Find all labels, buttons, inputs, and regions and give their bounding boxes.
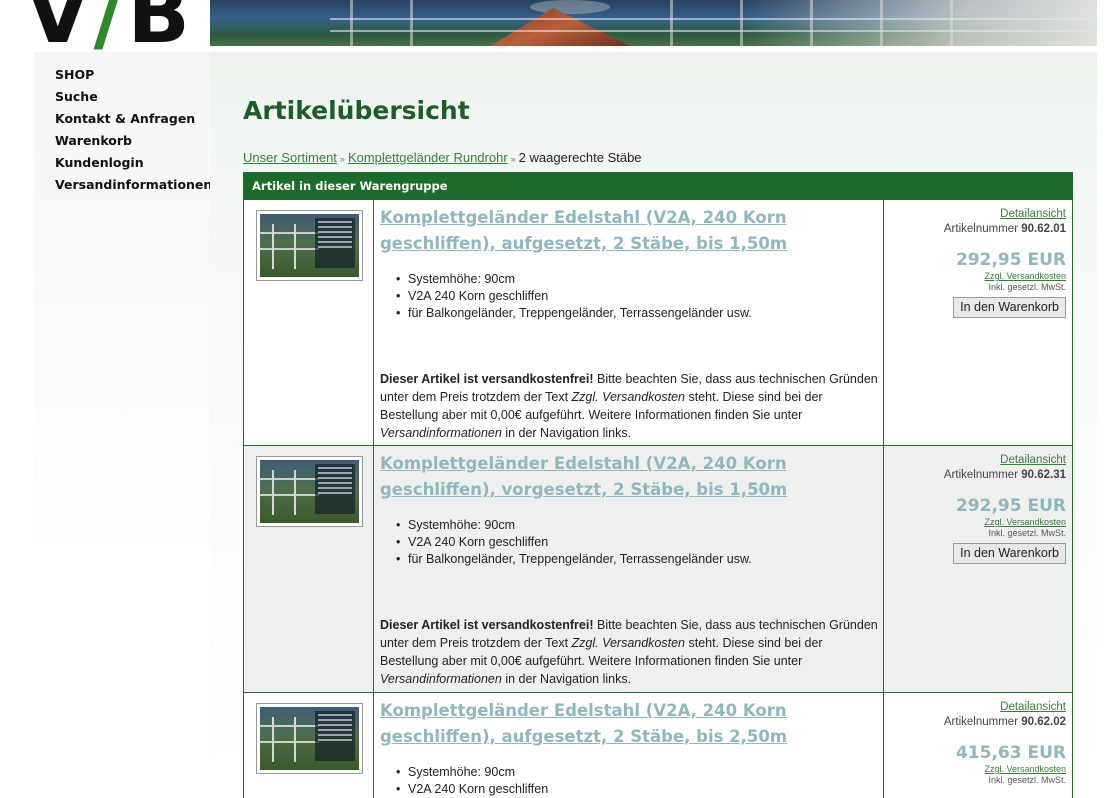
feature-list: Systemhöhe: 90cm V2A 240 Korn geschliffe…	[380, 764, 877, 798]
banner-railing-post	[740, 0, 743, 46]
product-thumbnail[interactable]	[256, 210, 363, 281]
article-number-label: Artikelnummer	[943, 469, 1019, 481]
product-description-cell: Komplettgeländer Edelstahl (V2A, 240 Kor…	[374, 693, 884, 798]
breadcrumb-link-rundrohr[interactable]: Komplettgeländer Rundrohr	[348, 150, 508, 165]
shipping-note: Dieser Artikel ist versandkostenfrei! Bi…	[380, 616, 878, 688]
product-thumbnail[interactable]	[256, 703, 363, 774]
logo[interactable]: V/B	[0, 0, 232, 52]
breadcrumb-separator-icon: »	[510, 154, 516, 164]
product-price-cell: Detailansicht Artikelnummer 90.62.02 415…	[884, 693, 1072, 798]
sidebar-item-kontakt[interactable]: Kontakt & Anfragen	[55, 108, 210, 130]
product-title-link[interactable]: Komplettgeländer Edelstahl (V2A, 240 Kor…	[380, 451, 877, 503]
banner-railing-bar	[330, 18, 1090, 20]
banner-railing-post	[950, 0, 953, 46]
shipping-note-italic: Versandinformationen	[380, 672, 502, 686]
table-row: Komplettgeländer Edelstahl (V2A, 240 Kor…	[243, 200, 1073, 446]
add-to-cart-button[interactable]: In den Warenkorb	[953, 543, 1066, 564]
article-number: Artikelnummer 90.62.01	[884, 221, 1066, 237]
price: 415,63 EUR	[955, 743, 1066, 763]
shipping-note-italic: Zzgl. Versandkosten	[571, 636, 686, 650]
price: 292,95 EUR	[955, 250, 1066, 270]
banner-railing-post	[350, 0, 353, 46]
article-number-label: Artikelnummer	[943, 716, 1019, 728]
product-description-cell: Komplettgeländer Edelstahl (V2A, 240 Kor…	[374, 200, 884, 445]
table-header: Artikel in dieser Warengruppe	[243, 172, 1073, 200]
sidebar-nav: SHOP Suche Kontakt & Anfragen Warenkorb …	[34, 52, 212, 196]
shipping-cost-link[interactable]: Zzgl. Versandkosten	[884, 764, 1066, 775]
logo-mark: V/B	[26, 0, 194, 52]
vat-note: Inkl. gesetzl. MwSt.	[988, 775, 1066, 785]
breadcrumb-current: 2 waagerechte Stäbe	[518, 150, 642, 165]
product-price-cell: Detailansicht Artikelnummer 90.62.31 292…	[884, 446, 1072, 692]
breadcrumb-separator-icon: »	[339, 154, 345, 164]
shipping-cost-link[interactable]: Zzgl. Versandkosten	[884, 271, 1066, 282]
product-thumbnail[interactable]	[256, 456, 363, 527]
detail-link[interactable]: Detailansicht	[884, 207, 1066, 221]
vat-note: Inkl. gesetzl. MwSt.	[988, 528, 1066, 538]
article-number-value: 90.62.02	[1021, 716, 1066, 728]
price: 292,95 EUR	[955, 496, 1066, 516]
feature-list: Systemhöhe: 90cm V2A 240 Korn geschliffe…	[380, 517, 877, 568]
feature-item: Systemhöhe: 90cm	[396, 764, 877, 781]
feature-list: Systemhöhe: 90cm V2A 240 Korn geschliffe…	[380, 271, 877, 322]
shipping-note-bold: Dieser Artikel ist versandkostenfrei!	[380, 372, 594, 386]
shipping-note-bold: Dieser Artikel ist versandkostenfrei!	[380, 618, 594, 632]
sidebar: SHOP Suche Kontakt & Anfragen Warenkorb …	[34, 52, 212, 798]
sidebar-item-versandinformationen[interactable]: Versandinformationen	[55, 174, 212, 196]
banner-cloud	[530, 0, 610, 14]
product-title-link[interactable]: Komplettgeländer Edelstahl (V2A, 240 Kor…	[380, 205, 877, 257]
product-image-cell	[244, 200, 374, 445]
feature-item: für Balkongeländer, Treppengeländer, Ter…	[396, 551, 877, 568]
breadcrumb-link-sortiment[interactable]: Unser Sortiment	[243, 150, 337, 165]
sidebar-item-shop[interactable]: SHOP	[55, 64, 210, 86]
sidebar-item-kundenlogin[interactable]: Kundenlogin	[55, 152, 210, 174]
article-number-label: Artikelnummer	[943, 223, 1019, 235]
feature-item: Systemhöhe: 90cm	[396, 271, 877, 288]
breadcrumb: Unser Sortiment» Komplettgeländer Rundroh…	[243, 150, 642, 165]
sidebar-item-warenkorb[interactable]: Warenkorb	[55, 130, 210, 152]
feature-item: Systemhöhe: 90cm	[396, 517, 877, 534]
product-price-cell: Detailansicht Artikelnummer 90.62.01 292…	[884, 200, 1072, 445]
product-image-cell	[244, 446, 374, 692]
product-photo	[260, 214, 359, 277]
feature-item: V2A 240 Korn geschliffen	[396, 288, 877, 305]
product-photo	[260, 460, 359, 523]
feature-item: für Balkongeländer, Treppengeländer, Ter…	[396, 305, 877, 322]
table-row: Komplettgeländer Edelstahl (V2A, 240 Kor…	[243, 446, 1073, 693]
product-photo	[260, 707, 359, 770]
detail-link[interactable]: Detailansicht	[884, 700, 1066, 714]
banner-image	[210, 0, 1097, 46]
shipping-note-text: in der Navigation links.	[501, 672, 632, 686]
vat-note: Inkl. gesetzl. MwSt.	[988, 282, 1066, 292]
article-table: Artikel in dieser Warengruppe Komplettge…	[243, 172, 1073, 798]
banner-railing-post	[880, 0, 883, 46]
banner-railing-post	[810, 0, 813, 46]
product-image-cell	[244, 693, 374, 798]
add-to-cart-button[interactable]: In den Warenkorb	[953, 297, 1066, 318]
article-number-value: 90.62.01	[1021, 223, 1066, 235]
shipping-note-italic: Zzgl. Versandkosten	[571, 390, 686, 404]
detail-link[interactable]: Detailansicht	[884, 453, 1066, 467]
banner-railing-bar	[330, 30, 1090, 32]
shipping-cost-link[interactable]: Zzgl. Versandkosten	[884, 517, 1066, 528]
shipping-note-text: in der Navigation links.	[501, 426, 632, 440]
table-row: Komplettgeländer Edelstahl (V2A, 240 Kor…	[243, 693, 1073, 798]
feature-item: V2A 240 Korn geschliffen	[396, 781, 877, 798]
banner-railing-post	[410, 0, 413, 46]
article-number: Artikelnummer 90.62.02	[884, 714, 1066, 730]
shipping-note: Dieser Artikel ist versandkostenfrei! Bi…	[380, 370, 878, 442]
banner-roof	[490, 8, 630, 46]
feature-item: V2A 240 Korn geschliffen	[396, 534, 877, 551]
article-number: Artikelnummer 90.62.31	[884, 467, 1066, 483]
shipping-note-italic: Versandinformationen	[380, 426, 502, 440]
page-title: Artikelübersicht	[243, 96, 470, 125]
banner-railing-post	[670, 0, 673, 46]
product-description-cell: Komplettgeländer Edelstahl (V2A, 240 Kor…	[374, 446, 884, 692]
article-number-value: 90.62.31	[1021, 469, 1066, 481]
product-title-link[interactable]: Komplettgeländer Edelstahl (V2A, 240 Kor…	[380, 698, 877, 750]
header-banner: V/B	[0, 0, 1107, 52]
sidebar-item-suche[interactable]: Suche	[55, 86, 210, 108]
